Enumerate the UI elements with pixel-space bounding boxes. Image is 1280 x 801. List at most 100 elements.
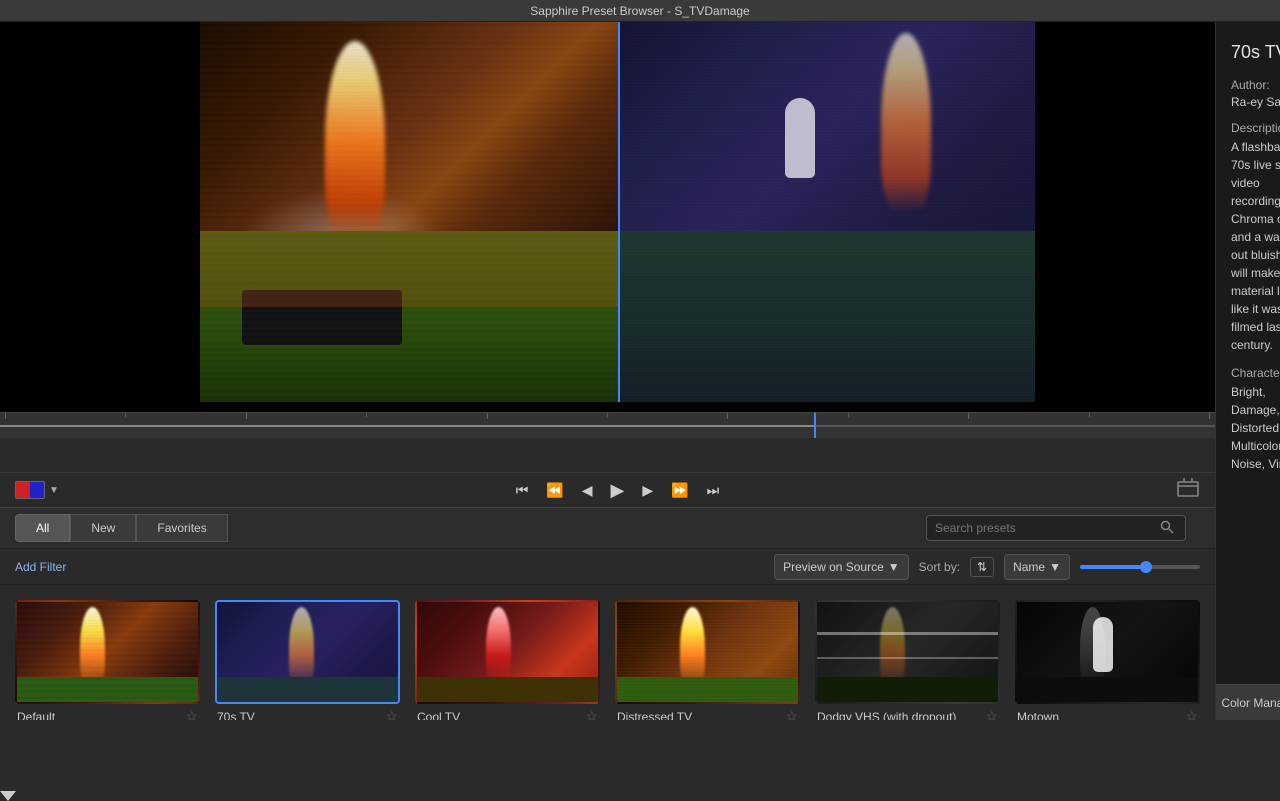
distress-overlay (617, 602, 798, 702)
tab-favorites[interactable]: Favorites (136, 514, 227, 542)
add-filter-button[interactable]: Add Filter (15, 560, 66, 574)
color-source-dropdown[interactable]: ▼ (49, 485, 59, 496)
playhead-triangle (0, 791, 16, 801)
preview-source-label: Preview on Source (783, 560, 884, 574)
dropout-line-2 (817, 657, 998, 659)
go-to-start-button[interactable]: ⏮ (512, 480, 533, 501)
video-container (200, 22, 1035, 402)
preset-name-cooltv: Cool TV (417, 710, 460, 721)
timeline-scrubber[interactable] (0, 413, 1215, 438)
preset-item-distressed[interactable]: Distressed TV ☆ (615, 600, 800, 720)
go-to-end-button[interactable]: ⏭ (703, 480, 724, 501)
sort-by-label: Sort by: (919, 560, 960, 574)
sort-chevron: ▼ (1049, 560, 1061, 574)
preset-thumbnail-dodgyvhs (815, 600, 1000, 704)
characteristics-value: Bright, Damage, Distorted, Multicolored,… (1231, 383, 1280, 473)
preview-source-dropdown[interactable]: Preview on Source ▼ (774, 554, 909, 580)
author-label: Author: (1231, 78, 1280, 92)
preset-thumbnail-70stv (215, 600, 400, 704)
star-button-distressed[interactable]: ☆ (785, 708, 798, 720)
preset-name-distressed: Distressed TV (617, 710, 692, 721)
star-button-motown[interactable]: ☆ (1185, 708, 1198, 720)
preset-name-motown: Motown (1017, 710, 1059, 721)
preset-label-row-motown: Motown ☆ (1015, 704, 1200, 720)
preset-label-row-default: Default ☆ (15, 704, 200, 720)
fast-forward-button[interactable]: ⏩ (667, 480, 692, 501)
slider-thumb (1140, 561, 1152, 573)
export-button[interactable] (1176, 478, 1200, 503)
preset-item-70stv[interactable]: 70s TV ☆ (215, 600, 400, 720)
description-value: A flashback to 70s live studio video rec… (1231, 138, 1280, 354)
sort-direction-button[interactable]: ⇅ (970, 557, 994, 577)
preset-name-70stv: 70s TV (217, 710, 255, 721)
preset-item-motown[interactable]: Motown ☆ (1015, 600, 1200, 720)
preset-label-row-dodgyvhs: Dodgy VHS (with dropout) ☆ (815, 704, 1000, 720)
search-input[interactable] (926, 515, 1186, 541)
preset-tabs: All New Favorites (0, 507, 1215, 549)
video-preview (0, 22, 1215, 412)
star-button-default[interactable]: ☆ (185, 708, 198, 720)
dropout-line (817, 632, 998, 635)
filter-right: Preview on Source ▼ Sort by: ⇅ Name ▼ (774, 554, 1200, 580)
description-label: Description: (1231, 121, 1280, 135)
video-left-half (200, 22, 618, 402)
preset-thumbnail-distressed (615, 600, 800, 704)
split-divider (618, 22, 620, 402)
main-layout: ▼ ⏮ ⏪ ◀ ▶ ▶ ⏩ ⏭ (0, 22, 1280, 720)
thumbnail-size-slider[interactable] (1080, 565, 1200, 569)
preset-item-cooltv[interactable]: Cool TV ☆ (415, 600, 600, 720)
preset-label-row-cooltv: Cool TV ☆ (415, 704, 600, 720)
figure-motown (1093, 617, 1113, 672)
step-forward-button[interactable]: ▶ (638, 480, 657, 501)
author-value: Ra-ey Saleh (1231, 95, 1280, 109)
presets-grid: Default ☆ 70s TV ☆ (0, 585, 1215, 720)
tab-new[interactable]: New (70, 514, 136, 542)
blue-cast-70s (217, 602, 398, 702)
preset-title: 70s TV (1231, 42, 1280, 63)
noise-overlay (17, 602, 198, 702)
preset-name-dodgyvhs: Dodgy VHS (with dropout) (817, 710, 956, 721)
transport-right (1176, 478, 1200, 503)
step-back-button[interactable]: ◀ (578, 480, 597, 501)
preset-thumbnail-cooltv (415, 600, 600, 704)
star-button-cooltv[interactable]: ☆ (585, 708, 598, 720)
preset-label-row-70stv: 70s TV ☆ (215, 704, 400, 720)
color-management-button[interactable]: Color Management (1216, 684, 1280, 720)
timeline-area[interactable] (0, 412, 1215, 472)
preset-label-row-distressed: Distressed TV ☆ (615, 704, 800, 720)
title-bar: Sapphire Preset Browser - S_TVDamage (0, 0, 1280, 22)
preset-item-dodgyvhs[interactable]: Dodgy VHS (with dropout) ☆ (815, 600, 1000, 720)
tab-all[interactable]: All (15, 514, 70, 542)
video-right-half (618, 22, 1036, 402)
play-button[interactable]: ▶ (607, 478, 629, 503)
star-button-70stv[interactable]: ☆ (385, 708, 398, 720)
transport-left: ▼ (15, 481, 59, 499)
search-icon (1160, 520, 1174, 534)
red-cast (417, 602, 598, 702)
sort-name-dropdown[interactable]: Name ▼ (1004, 554, 1070, 580)
characteristics-label: Characteristics: (1231, 366, 1280, 380)
preset-thumbnail-motown (1015, 600, 1200, 704)
right-sidebar: 70s TV Author: Ra-ey Saleh Description: … (1215, 22, 1280, 720)
transport-center: ⏮ ⏪ ◀ ▶ ▶ ⏩ ⏭ (512, 478, 724, 503)
color-source-button[interactable] (15, 481, 45, 499)
left-content: ▼ ⏮ ⏪ ◀ ▶ ▶ ⏩ ⏭ (0, 22, 1215, 720)
star-button-dodgyvhs[interactable]: ☆ (985, 708, 998, 720)
search-area (926, 515, 1200, 541)
app-title: Sapphire Preset Browser - S_TVDamage (530, 4, 749, 18)
preset-thumbnail-default (15, 600, 200, 704)
preview-source-chevron: ▼ (888, 560, 900, 574)
search-button[interactable] (1160, 520, 1174, 537)
sort-name-label: Name (1013, 560, 1045, 574)
figure (785, 98, 815, 178)
scanlines (200, 22, 618, 402)
dark-overlay (817, 602, 998, 702)
preset-info: 70s TV Author: Ra-ey Saleh Description: … (1216, 22, 1280, 684)
preset-item-default[interactable]: Default ☆ (15, 600, 200, 720)
rewind-button[interactable]: ⏪ (542, 480, 567, 501)
transport-controls: ▼ ⏮ ⏪ ◀ ▶ ▶ ⏩ ⏭ (0, 472, 1215, 507)
preset-name-default: Default (17, 710, 55, 721)
filter-row: Add Filter Preview on Source ▼ Sort by: … (0, 549, 1215, 585)
export-icon (1176, 478, 1200, 498)
scanlines-right (618, 22, 1036, 402)
